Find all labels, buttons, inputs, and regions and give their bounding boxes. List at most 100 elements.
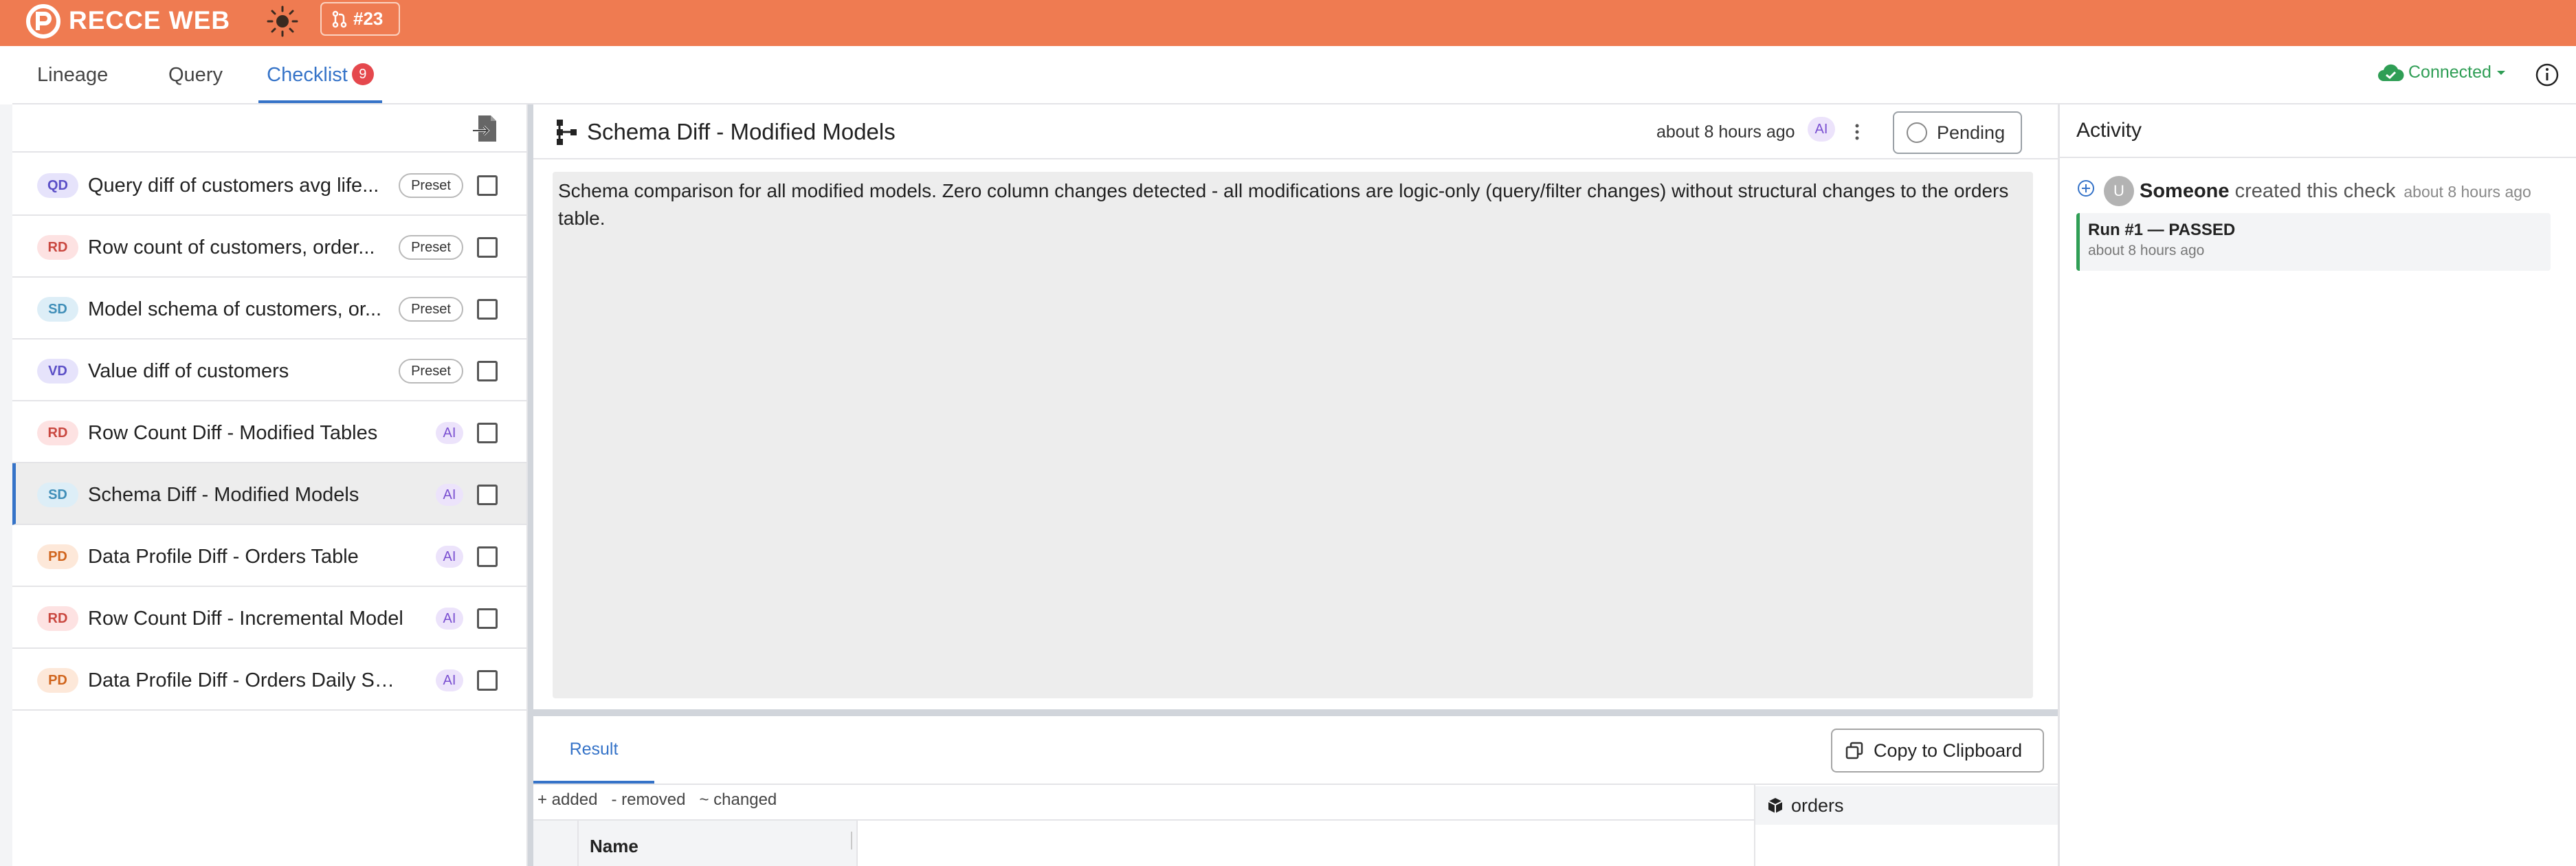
check-name: Data Profile Diff - Orders Table bbox=[88, 546, 359, 568]
activity-user: Someone bbox=[2140, 180, 2230, 202]
model-item[interactable]: orders bbox=[1755, 786, 2059, 825]
ai-generated-badge: AI bbox=[1808, 117, 1835, 142]
checklist-item[interactable]: RD Row Count Diff - Modified Tables AI bbox=[12, 401, 526, 463]
check-approved-checkbox[interactable] bbox=[477, 299, 498, 320]
checklist-item[interactable]: RD Row count of customers, order... Preset bbox=[12, 216, 526, 278]
tab-checklist-label: Checklist bbox=[267, 64, 348, 86]
checklist-item[interactable]: SD Model schema of customers, or... Preset bbox=[12, 278, 526, 340]
checklist-item[interactable]: SD Schema Diff - Modified Models AI bbox=[12, 463, 526, 525]
check-name: Row count of customers, order... bbox=[88, 236, 375, 258]
ai-generated-badge: AI bbox=[436, 669, 463, 691]
legend-added: + added bbox=[537, 790, 598, 809]
connection-status-label: Connected bbox=[2408, 63, 2491, 82]
diff-legend: + added - removed ~ changed bbox=[537, 788, 777, 812]
column-header-name[interactable]: Name bbox=[590, 836, 639, 857]
check-title[interactable]: Schema Diff - Modified Models bbox=[587, 118, 896, 146]
check-approved-checkbox[interactable] bbox=[477, 175, 498, 196]
checklist-item[interactable]: QD Query diff of customers avg life... Pre… bbox=[12, 154, 526, 216]
preset-badge: Preset bbox=[399, 297, 463, 322]
check-approved-checkbox[interactable] bbox=[477, 608, 498, 629]
column-resize-handle[interactable] bbox=[851, 832, 852, 850]
check-approved-checkbox[interactable] bbox=[477, 423, 498, 443]
run-result-card[interactable]: Run #1 — PASSED about 8 hours ago bbox=[2076, 213, 2551, 271]
check-name: Row Count Diff - Incremental Model bbox=[88, 608, 403, 630]
check-name: Row Count Diff - Modified Tables bbox=[88, 422, 378, 444]
activity-action: created this check bbox=[2234, 180, 2396, 202]
check-name: Data Profile Diff - Orders Daily Sum... bbox=[88, 669, 404, 691]
checklist-toolbar bbox=[12, 104, 528, 153]
check-approved-checkbox[interactable] bbox=[477, 546, 498, 567]
connection-status[interactable]: Connected bbox=[2377, 63, 2507, 82]
check-updated-time: about 8 hours ago bbox=[1656, 122, 1795, 142]
checklist-count-badge: 9 bbox=[351, 63, 374, 85]
tab-query[interactable]: Query bbox=[168, 46, 223, 103]
copy-to-clipboard-button[interactable]: Copy to Clipboard bbox=[1831, 729, 2044, 773]
check-type-badge: QD bbox=[37, 173, 78, 198]
preset-badge: Preset bbox=[399, 173, 463, 198]
panel-resize-handle[interactable] bbox=[533, 709, 2058, 716]
row-number-column bbox=[533, 821, 579, 866]
pending-button-label: Pending bbox=[1937, 122, 2006, 143]
preset-badge: Preset bbox=[399, 235, 463, 260]
more-options-icon[interactable] bbox=[1852, 120, 1863, 144]
activity-entry: Someone created this check about 8 hours… bbox=[2140, 179, 2531, 204]
copy-icon bbox=[1845, 742, 1863, 759]
pull-request-number: #23 bbox=[353, 8, 384, 29]
check-name: Query diff of customers avg life... bbox=[88, 175, 379, 197]
schema-diff-icon bbox=[557, 120, 577, 145]
activity-time: about 8 hours ago bbox=[2403, 183, 2531, 201]
legend-changed: ~ changed bbox=[699, 790, 777, 809]
checklist-item[interactable]: VD Value diff of customers Preset bbox=[12, 340, 526, 401]
check-type-badge: RD bbox=[37, 235, 78, 260]
ai-generated-badge: AI bbox=[436, 422, 463, 444]
preset-badge: Preset bbox=[399, 359, 463, 384]
git-pull-request-icon bbox=[332, 10, 347, 27]
pending-status-icon bbox=[1907, 122, 1927, 143]
cube-icon bbox=[1768, 798, 1783, 813]
activity-divider-line bbox=[2060, 157, 2576, 158]
check-type-badge: PD bbox=[37, 668, 78, 693]
activity-title: Activity bbox=[2076, 119, 2142, 142]
tab-result[interactable]: Result bbox=[533, 716, 654, 784]
check-approved-checkbox[interactable] bbox=[477, 670, 498, 691]
left-gutter bbox=[0, 104, 12, 866]
run-time: about 8 hours ago bbox=[2088, 243, 2205, 258]
sidebar-resize-handle[interactable] bbox=[528, 104, 533, 866]
main-nav: Lineage Query Checklist 9 Connected bbox=[12, 46, 2576, 104]
theme-toggle-sun-icon[interactable] bbox=[265, 4, 300, 38]
check-type-badge: SD bbox=[37, 297, 78, 322]
export-checklist-icon[interactable] bbox=[471, 113, 503, 144]
ai-generated-badge: AI bbox=[436, 608, 463, 630]
checklist-item[interactable]: PD Data Profile Diff - Orders Table AI bbox=[12, 525, 526, 587]
checklist-sidebar: QD Query diff of customers avg life... Pre… bbox=[12, 104, 528, 866]
ai-generated-badge: AI bbox=[436, 484, 463, 506]
run-title: Run #1 — PASSED bbox=[2088, 221, 2236, 239]
schema-grid-header: Name bbox=[533, 819, 1754, 866]
check-type-badge: VD bbox=[37, 359, 78, 384]
avatar: U bbox=[2104, 176, 2134, 206]
tab-lineage[interactable]: Lineage bbox=[37, 46, 108, 103]
tab-checklist[interactable]: Checklist 9 bbox=[258, 46, 382, 103]
ai-generated-badge: AI bbox=[436, 546, 463, 568]
info-icon[interactable] bbox=[2535, 63, 2560, 87]
check-approved-checkbox[interactable] bbox=[477, 237, 498, 258]
brand-title: RECCE WEB bbox=[69, 6, 231, 34]
chevron-down-icon bbox=[2496, 70, 2505, 75]
check-name: Schema Diff - Modified Models bbox=[88, 484, 359, 506]
mark-approved-button[interactable]: Pending bbox=[1893, 111, 2022, 154]
check-description[interactable]: Schema comparison for all modified model… bbox=[553, 172, 2033, 698]
model-name: orders bbox=[1791, 795, 1844, 816]
check-approved-checkbox[interactable] bbox=[477, 485, 498, 505]
check-type-badge: SD bbox=[37, 482, 78, 507]
copy-button-label: Copy to Clipboard bbox=[1874, 740, 2023, 761]
recce-logo-icon bbox=[26, 4, 60, 38]
check-type-badge: RD bbox=[37, 606, 78, 631]
activity-panel: Activity U Someone created this check ab… bbox=[2060, 104, 2576, 866]
legend-removed: - removed bbox=[611, 790, 686, 809]
check-type-badge: RD bbox=[37, 421, 78, 445]
pull-request-badge[interactable]: #23 bbox=[320, 2, 400, 36]
checklist-item[interactable]: RD Row Count Diff - Incremental Model AI bbox=[12, 587, 526, 649]
check-approved-checkbox[interactable] bbox=[477, 361, 498, 381]
checklist-item[interactable]: PD Data Profile Diff - Orders Daily Sum..… bbox=[12, 649, 526, 711]
top-bar: RECCE WEB #23 bbox=[0, 0, 2576, 46]
